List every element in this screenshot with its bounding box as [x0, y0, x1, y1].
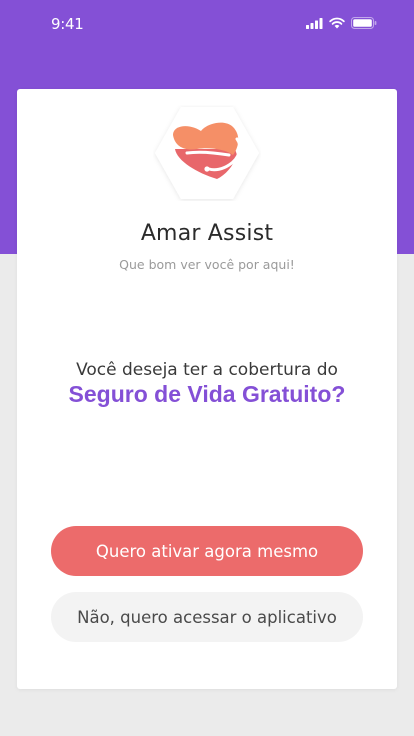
status-bar: 9:41 — [0, 0, 414, 48]
activate-now-button[interactable]: Quero ativar agora mesmo — [51, 526, 363, 576]
question-text: Você deseja ter a cobertura do — [76, 360, 338, 380]
app-subtitle: Que bom ver você por aqui! — [119, 257, 295, 272]
welcome-card: Amar Assist Que bom ver você por aqui! V… — [17, 89, 397, 689]
onboarding-screen: 9:41 Amar Assist Que bom ver você por aq… — [0, 0, 414, 736]
status-time: 9:41 — [51, 15, 84, 33]
battery-icon — [351, 17, 377, 29]
status-icons — [306, 16, 377, 30]
app-name: Amar Assist — [140, 221, 274, 246]
cellular-signal-icon — [306, 17, 323, 29]
question-highlight: Seguro de Vida Gratuito? — [68, 381, 346, 407]
heart-hexagon-logo — [153, 105, 261, 201]
wifi-icon — [329, 17, 345, 29]
access-app-button[interactable]: Não, quero acessar o aplicativo — [51, 592, 363, 642]
